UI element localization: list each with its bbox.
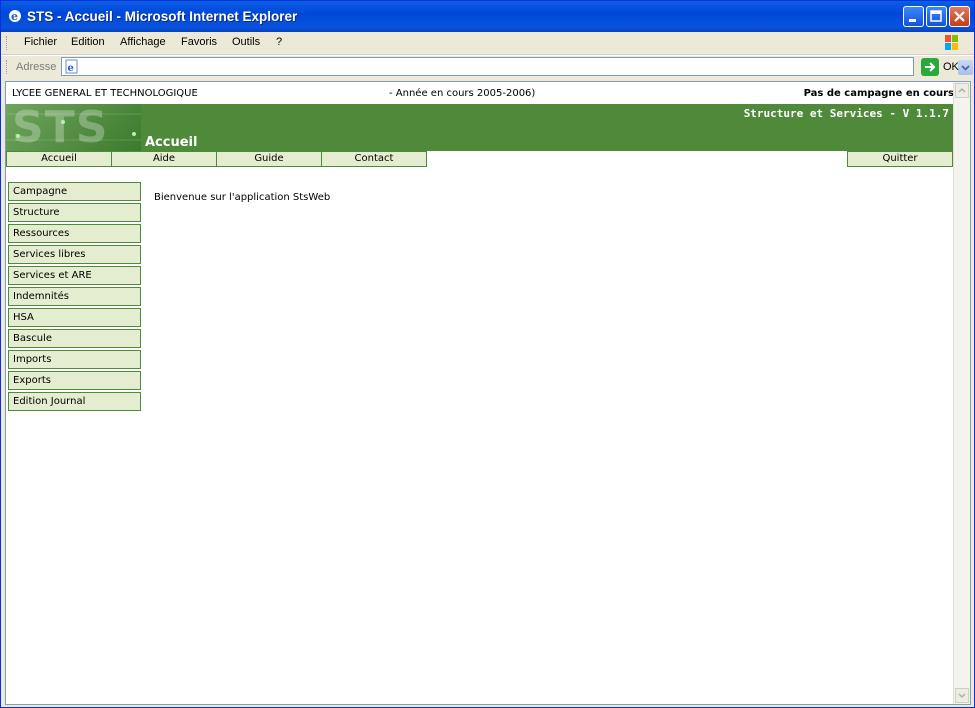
- sidebar-item-edition-journal[interactable]: Edition Journal: [8, 392, 141, 411]
- address-dropdown-button[interactable]: [958, 60, 973, 75]
- browser-window: e STS - Accueil - Microsoft Internet Exp…: [0, 0, 975, 708]
- sidebar-item-campagne[interactable]: Campagne: [8, 182, 141, 201]
- welcome-message: Bienvenue sur l'application StsWeb: [154, 192, 331, 203]
- page-title: Accueil: [145, 135, 198, 150]
- sidebar-item-imports[interactable]: Imports: [8, 350, 141, 369]
- sidebar-item-bascule[interactable]: Bascule: [8, 329, 141, 348]
- address-label: Adresse: [16, 61, 57, 73]
- maximize-icon: [930, 10, 942, 22]
- go-button[interactable]: [921, 58, 939, 76]
- tab-accueil[interactable]: Accueil: [6, 151, 112, 167]
- minimize-button[interactable]: [903, 6, 924, 27]
- window-title: STS - Accueil - Microsoft Internet Explo…: [27, 9, 298, 24]
- close-button[interactable]: [949, 6, 970, 27]
- menu-favoris[interactable]: Favoris: [181, 36, 217, 48]
- vertical-scrollbar[interactable]: [953, 82, 970, 704]
- menu-affichage[interactable]: Affichage: [120, 36, 166, 48]
- sidebar-item-structure[interactable]: Structure: [8, 203, 141, 222]
- app-version: Structure et Services - V 1.1.7: [743, 107, 949, 120]
- quit-button[interactable]: Quitter: [847, 151, 953, 167]
- toolbar-grip[interactable]: [6, 36, 10, 50]
- chevron-down-icon: [958, 693, 966, 699]
- page-viewport: LYCEE GENERAL ET TECHNOLOGIQUE - Année e…: [5, 81, 971, 705]
- maximize-button[interactable]: [926, 6, 947, 27]
- page-icon: e: [65, 59, 78, 74]
- tab-contact[interactable]: Contact: [321, 151, 427, 167]
- title-bar[interactable]: e STS - Accueil - Microsoft Internet Exp…: [1, 1, 974, 32]
- circuit-pattern-icon: [6, 113, 141, 141]
- toolbar-grip[interactable]: [6, 60, 10, 74]
- sidebar-item-ressources[interactable]: Ressources: [8, 224, 141, 243]
- internet-explorer-icon: e: [9, 10, 21, 23]
- sidebar-item-hsa[interactable]: HSA: [8, 308, 141, 327]
- school-name: LYCEE GENERAL ET TECHNOLOGIQUE: [12, 88, 198, 99]
- windows-logo-icon: [945, 35, 958, 50]
- sts-logo: STS: [6, 104, 141, 151]
- school-year: - Année en cours 2005-2006): [389, 88, 536, 99]
- tab-guide[interactable]: Guide: [216, 151, 322, 167]
- menu-fichier[interactable]: Fichier: [24, 36, 57, 48]
- address-input[interactable]: e: [61, 57, 973, 76]
- menu-outils[interactable]: Outils: [232, 36, 260, 48]
- arrow-right-icon: [925, 62, 936, 72]
- scroll-up-button[interactable]: [955, 83, 969, 98]
- address-bar: Adresse e OK: [1, 55, 974, 79]
- header-banner: STS Accueil Structure et Services - V 1.…: [6, 104, 953, 151]
- chevron-down-icon: [961, 65, 970, 71]
- close-icon: [954, 11, 965, 22]
- sidebar-item-services-libres[interactable]: Services libres: [8, 245, 141, 264]
- tab-aide[interactable]: Aide: [111, 151, 217, 167]
- sidebar-item-indemnites[interactable]: Indemnités: [8, 287, 141, 306]
- menu-edition[interactable]: Edition: [71, 36, 105, 48]
- scroll-down-button[interactable]: [955, 688, 969, 703]
- menu-bar: Fichier Edition Affichage Favoris Outils…: [1, 32, 974, 55]
- sidebar-item-exports[interactable]: Exports: [8, 371, 141, 390]
- svg-text:e: e: [68, 63, 74, 74]
- sidebar-item-services-are[interactable]: Services et ARE: [8, 266, 141, 285]
- svg-text:e: e: [11, 10, 18, 23]
- chevron-up-icon: [958, 87, 966, 93]
- campaign-status: Pas de campagne en cours: [803, 88, 954, 99]
- minimize-icon: [909, 19, 916, 22]
- menu-help[interactable]: ?: [276, 36, 282, 48]
- go-label[interactable]: OK: [943, 61, 959, 73]
